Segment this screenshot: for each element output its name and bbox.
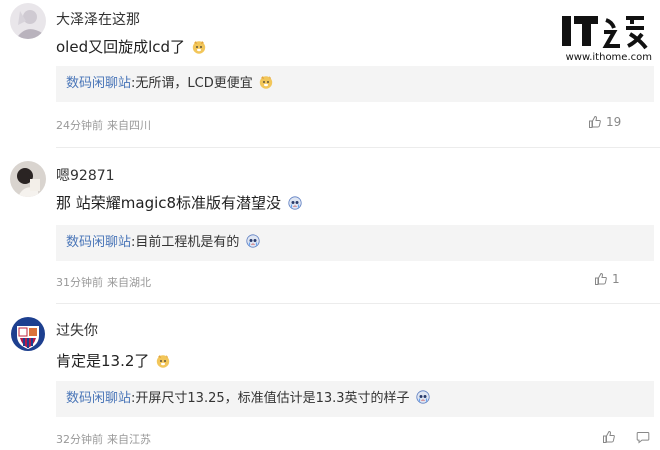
comment-location: 来自湖北 [107,276,151,289]
reply-username[interactable]: 数码闲聊站 [66,235,131,250]
thumbs-up-icon [595,272,607,285]
reply-box: 数码闲聊站:开屏尺寸13.25，标准值估计是13.3英寸的样子 [56,381,654,417]
comment-bubble-icon [636,432,650,444]
comment-time: 24分钟前 [56,119,103,132]
doge-emoji [156,354,170,368]
divider [56,303,660,304]
reply-text: :开屏尺寸13.25，标准值估计是13.3英寸的样子 [131,391,410,406]
reply-text: :目前工程机是有的 [131,235,240,250]
ithome-url: www.ithome.com [565,52,652,63]
comment-meta: 24分钟前 来自四川 [56,117,155,133]
comment-time: 32分钟前 [56,433,103,446]
comment-text: 那 站荣耀magic8标准版有潜望没 [56,192,302,213]
reply-box: 数码闲聊站:目前工程机是有的 [56,225,654,261]
thumbs-up-icon [603,430,615,443]
cry-emoji [245,227,260,248]
like-button[interactable] [602,430,620,444]
reply-username[interactable]: 数码闲聊站 [66,391,131,406]
cry-emoji [288,196,302,210]
divider [56,147,660,148]
avatar[interactable] [10,3,46,39]
username[interactable]: 大泽泽在这那 [56,9,140,29]
doge-emoji [259,68,273,89]
username[interactable]: 过失你 [56,320,98,340]
like-button[interactable]: 19 [588,115,621,129]
ithome-logo: www.ithome.com [560,8,652,68]
like-button[interactable]: 1 [594,272,620,286]
comment-text: oled又回旋成lcd了 [56,36,206,57]
doge-emoji [192,40,206,54]
comment-location: 来自江苏 [107,433,151,446]
reply-username[interactable]: 数码闲聊站 [66,76,131,91]
like-count: 19 [606,115,622,129]
username[interactable]: 嗯92871 [56,165,115,185]
reply-box: 数码闲聊站:无所谓，LCD更便宜 [56,66,654,102]
comment-meta: 32分钟前 来自江苏 [56,431,155,447]
like-count: 1 [612,272,620,286]
cry-emoji [416,383,430,404]
comment-text: 肯定是13.2了 [56,350,170,371]
reply-button[interactable] [636,430,654,444]
comment-time: 31分钟前 [56,276,103,289]
reply-text: :无所谓，LCD更便宜 [131,76,253,91]
avatar[interactable] [10,161,46,197]
avatar[interactable] [10,316,46,352]
comment-location: 来自四川 [107,119,151,132]
thumbs-up-icon [589,115,601,128]
comment-meta: 31分钟前 来自湖北 [56,274,155,290]
